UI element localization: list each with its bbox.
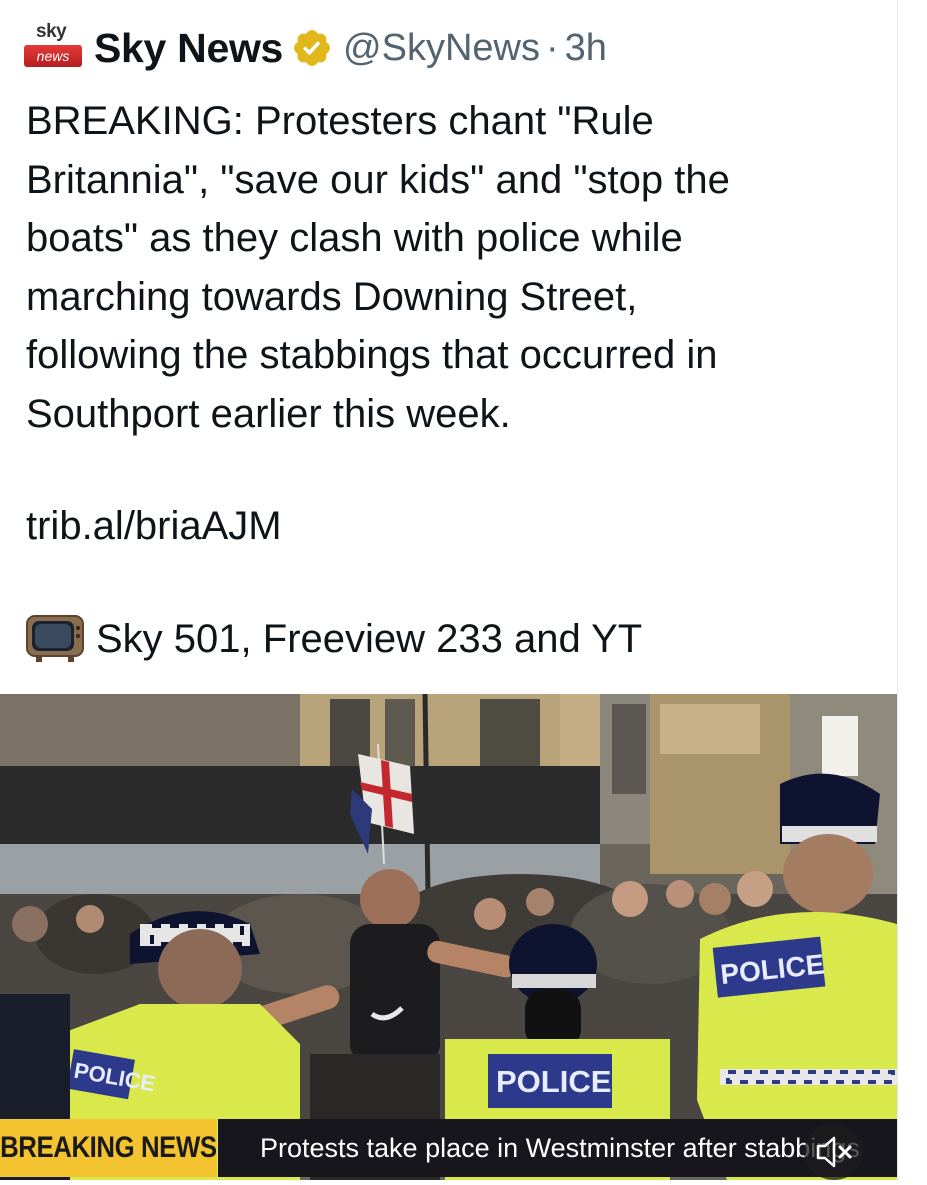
tv-info-line: Sky 501, Freeview 233 and YT xyxy=(26,610,642,668)
tweet-text: BREAKING: Protesters chant "Rule Britann… xyxy=(26,92,886,443)
tv-info-text: Sky 501, Freeview 233 and YT xyxy=(96,617,643,661)
tweet-link[interactable]: trib.al/briaAJM xyxy=(26,497,282,555)
tweet-header: sky news Sky News @SkyNews · 3h xyxy=(22,18,607,78)
video-frame: POLICE POLICE POLICE xyxy=(0,694,897,1180)
tweet-line: BREAKING: Protesters chant "Rule xyxy=(26,99,654,143)
video-player[interactable]: POLICE POLICE POLICE xyxy=(0,694,897,1180)
avatar-sky-text: sky xyxy=(36,21,67,42)
tweet-line: boats" as they clash with police while xyxy=(26,216,683,260)
mute-button[interactable] xyxy=(804,1124,864,1180)
tweet-line: Britannia", "save our kids" and "stop th… xyxy=(26,157,730,202)
handle[interactable]: @SkyNews xyxy=(343,27,540,70)
tweet-line: Southport earlier this week. xyxy=(26,391,511,436)
avatar[interactable]: sky news xyxy=(22,17,84,79)
separator-dot: · xyxy=(546,26,559,69)
verified-badge-icon xyxy=(294,30,330,66)
tweet-line: following the stabbings that occurred in xyxy=(26,333,718,377)
muted-speaker-icon xyxy=(816,1136,852,1168)
television-icon xyxy=(26,615,84,662)
card-border xyxy=(897,0,898,1180)
police-label-center: POLICE xyxy=(496,1064,611,1099)
news-ticker: Protests take place in Westminster after… xyxy=(218,1119,897,1177)
avatar-news-text: news xyxy=(24,45,82,67)
display-name[interactable]: Sky News xyxy=(94,25,283,72)
tweet-line: marching towards Downing Street, xyxy=(26,274,638,319)
breaking-news-label: BREAKING NEWS xyxy=(0,1119,217,1177)
timestamp[interactable]: 3h xyxy=(565,27,607,70)
